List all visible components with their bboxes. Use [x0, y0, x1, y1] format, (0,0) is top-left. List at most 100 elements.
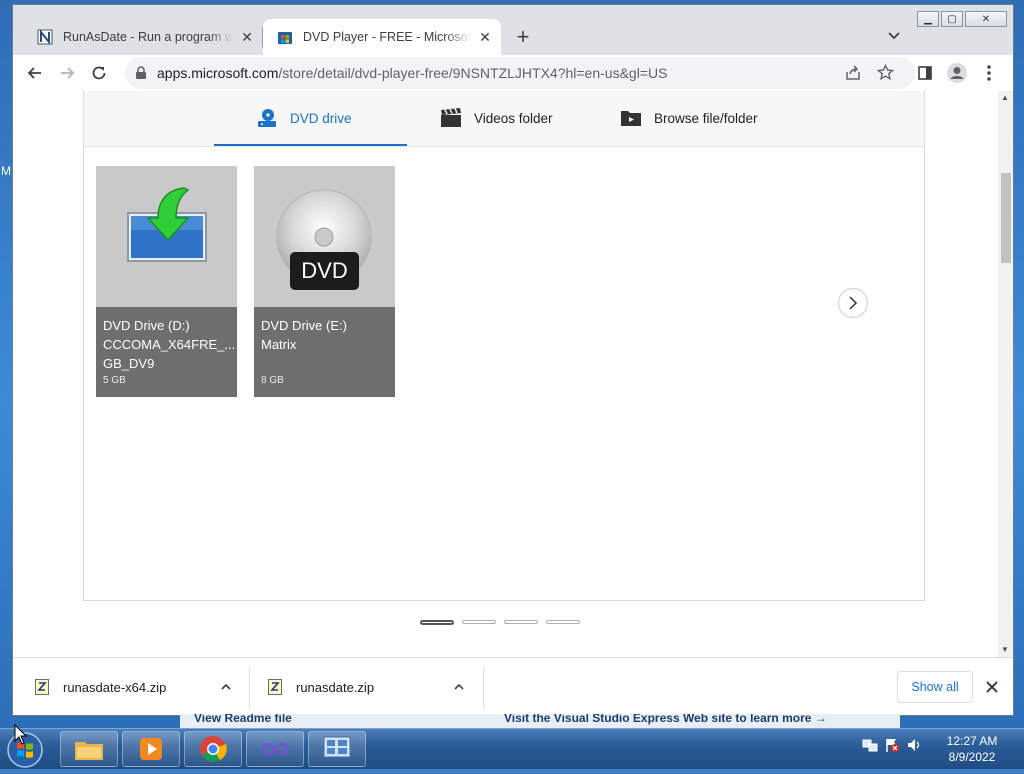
tab-label: DVD drive	[290, 110, 352, 126]
forward-button[interactable]	[53, 59, 81, 87]
side-panel-icon	[918, 66, 932, 80]
mouse-cursor-icon	[14, 724, 28, 745]
minimize-button[interactable]: ▁	[917, 11, 939, 27]
tab-dvd-drive[interactable]: DVD drive	[256, 91, 352, 146]
back-button[interactable]	[21, 59, 49, 87]
url-host: apps.microsoft.com	[157, 65, 279, 81]
chevron-down-icon[interactable]	[885, 27, 903, 45]
tab-strip: RunAsDate - Run a program with ✕ DVD Pla…	[13, 5, 1013, 55]
download-filename: runasdate.zip	[296, 679, 375, 695]
close-icon[interactable]	[983, 678, 1001, 696]
volume-icon[interactable]	[906, 737, 922, 753]
drive-label: DVD Drive (D:)	[103, 318, 190, 333]
download-separator	[483, 668, 484, 708]
tab-title: DVD Player - FREE - Microsoft St	[303, 30, 471, 44]
lock-icon[interactable]	[135, 66, 147, 80]
drive-name: DVD Drive (D:) CCCOMA_X64FRE_... GB_DV9	[103, 316, 235, 373]
taskbar-explorer[interactable]	[60, 731, 118, 767]
star-icon[interactable]	[877, 64, 894, 81]
source-tabs: DVD drive Videos folder Browse file/fold…	[84, 91, 924, 147]
downloads-shelf: runasdate-x64.zip runasdate.zip Show all	[13, 657, 1013, 715]
dvd-player-screenshot-card: DVD drive Videos folder Browse file/fold…	[83, 91, 925, 601]
taskbar-media-player[interactable]	[122, 731, 180, 767]
carousel-dot-4[interactable]	[546, 620, 580, 624]
carousel-next-button[interactable]	[838, 288, 868, 318]
drive-name: DVD Drive (E:) Matrix	[261, 316, 391, 354]
carousel-dot-2[interactable]	[462, 620, 496, 624]
zip-file-icon	[35, 679, 49, 695]
carousel-dot-1[interactable]	[420, 620, 454, 625]
address-bar[interactable]: apps.microsoft.com/store/detail/dvd-play…	[125, 57, 915, 89]
menu-button[interactable]	[975, 59, 1003, 87]
taskbar-chrome[interactable]	[184, 731, 242, 767]
tab-title: RunAsDate - Run a program with	[63, 30, 233, 44]
network-icon[interactable]	[862, 737, 878, 753]
close-icon[interactable]: ✕	[477, 29, 493, 45]
browser-window: RunAsDate - Run a program with ✕ DVD Pla…	[12, 4, 1014, 716]
monitor-download-icon	[96, 166, 237, 307]
scroll-down-arrow-icon[interactable]: ▼	[1001, 645, 1009, 654]
download-filename: runasdate-x64.zip	[63, 679, 167, 695]
runasdate-favicon-icon	[37, 29, 53, 45]
taskbar-control-panel[interactable]	[308, 731, 366, 767]
drive-size: 5 GB	[103, 375, 126, 386]
dvd-drive-icon	[256, 107, 278, 129]
reload-button[interactable]	[85, 59, 113, 87]
view-readme-link[interactable]: View Readme file	[194, 714, 292, 725]
active-tab-underline	[214, 144, 407, 146]
visual-studio-link[interactable]: Visit the Visual Studio Express Web site…	[504, 714, 827, 725]
profile-button[interactable]	[943, 59, 971, 87]
drive-tile-e[interactable]: DVD DVD Drive (E:) Matrix 8 GB	[254, 166, 395, 397]
profile-avatar-icon	[947, 63, 967, 83]
browser-toolbar: apps.microsoft.com/store/detail/dvd-play…	[13, 55, 1013, 91]
close-icon[interactable]: ✕	[239, 29, 255, 45]
download-item-runasdate[interactable]: runasdate.zip	[268, 658, 464, 715]
disc-label: DVD	[301, 258, 348, 283]
chevron-up-icon[interactable]	[452, 680, 466, 694]
background-window-strip: View Readme file Visit the Visual Studio…	[180, 714, 900, 728]
control-panel-icon	[323, 736, 351, 758]
tab-label: Browse file/folder	[654, 110, 758, 126]
drive-tile-d[interactable]: DVD Drive (D:) CCCOMA_X64FRE_... GB_DV9 …	[96, 166, 237, 397]
zip-file-icon	[268, 679, 282, 695]
drive-label: DVD Drive (E:)	[261, 318, 347, 333]
page-scrollbar[interactable]: ▲ ▼	[998, 91, 1013, 657]
show-all-button[interactable]: Show all	[897, 671, 973, 703]
microsoft-store-favicon-icon	[278, 32, 292, 44]
arrow-left-icon	[27, 67, 41, 79]
carousel-dot-3[interactable]	[504, 620, 538, 624]
chrome-icon	[200, 736, 227, 762]
dvd-disc-icon: DVD	[254, 166, 395, 307]
chevron-up-icon[interactable]	[219, 680, 233, 694]
side-panel-button[interactable]	[911, 59, 939, 87]
chevron-right-icon	[849, 296, 858, 310]
drive-info: DVD Drive (D:) CCCOMA_X64FRE_... GB_DV9 …	[96, 307, 237, 397]
scrollbar-thumb[interactable]	[1001, 173, 1011, 263]
taskbar-clock[interactable]: 12:27 AM 8/9/2022	[930, 733, 1014, 765]
close-window-button[interactable]: ✕	[965, 11, 1007, 27]
tab-label: Videos folder	[474, 110, 553, 126]
drive-info: DVD Drive (E:) Matrix 8 GB	[254, 307, 395, 397]
tab-runasdate[interactable]: RunAsDate - Run a program with ✕	[23, 19, 263, 55]
folder-browse-icon	[620, 108, 642, 128]
taskbar: 12:27 AM 8/9/2022	[0, 728, 1024, 769]
tab-browse-file-folder[interactable]: Browse file/folder	[620, 91, 758, 146]
share-icon[interactable]	[845, 65, 861, 81]
action-center-flag-icon[interactable]	[884, 737, 900, 753]
download-item-runasdate-x64[interactable]: runasdate-x64.zip	[35, 658, 231, 715]
kebab-menu-icon	[987, 65, 991, 81]
system-tray	[862, 737, 922, 753]
url-path: /store/detail/dvd-player-free/9NSNTZLJHT…	[278, 65, 668, 81]
carousel-pager	[420, 620, 580, 625]
drive-volume: Matrix	[261, 337, 297, 352]
page-content: DVD drive Videos folder Browse file/fold…	[13, 91, 998, 657]
maximize-button[interactable]: ▢	[941, 11, 963, 27]
arrow-right-icon	[61, 67, 75, 79]
new-tab-button[interactable]: +	[511, 24, 535, 49]
reload-icon	[92, 66, 106, 80]
tab-videos-folder[interactable]: Videos folder	[440, 91, 553, 146]
taskbar-visual-studio[interactable]	[246, 731, 304, 767]
scroll-up-arrow-icon[interactable]: ▲	[1001, 93, 1009, 102]
tab-dvd-player[interactable]: DVD Player - FREE - Microsoft St ✕	[263, 19, 501, 55]
folder-icon	[75, 742, 103, 760]
